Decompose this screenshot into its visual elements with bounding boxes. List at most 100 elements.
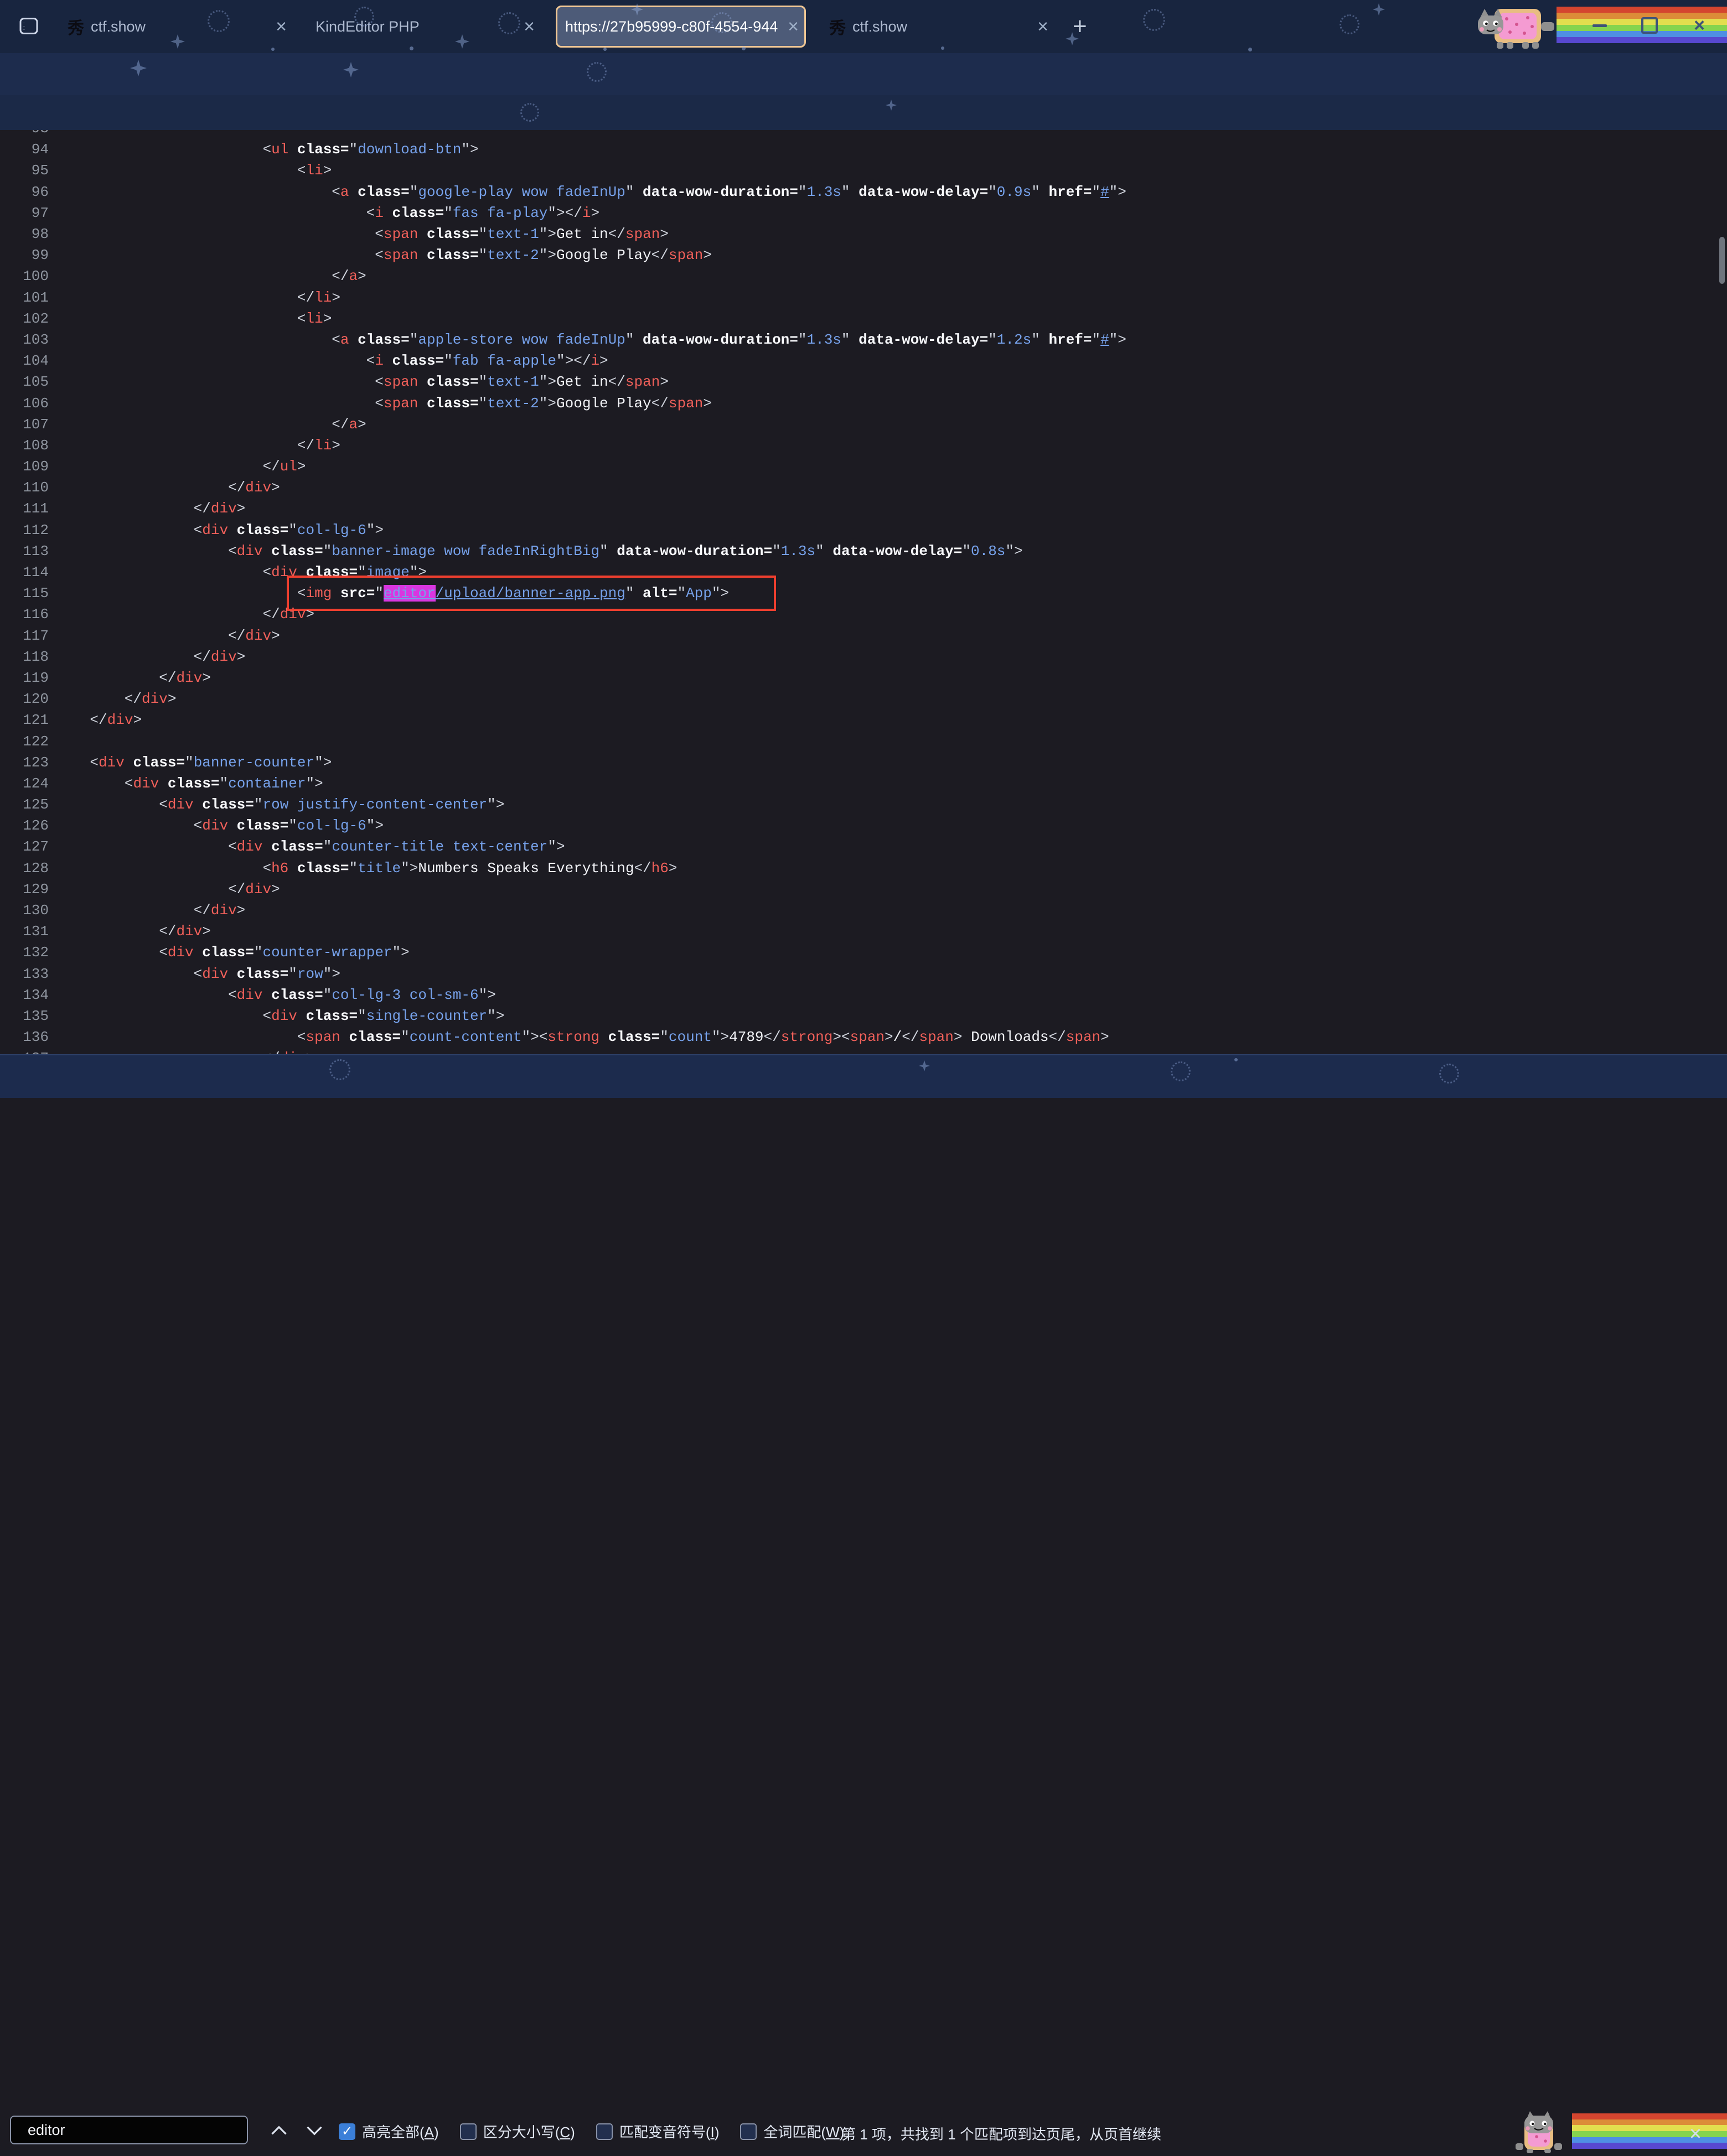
source-line: 129 </div> [0,879,1727,900]
restore-icon[interactable] [1637,13,1662,38]
vertical-scrollbar[interactable] [1719,237,1725,284]
find-wrap-status: 到达页尾，从页首继续 [1017,2123,1161,2144]
tab-close-icon[interactable]: × [788,16,799,38]
new-tab-button[interactable]: + [1073,13,1087,40]
source-line: 128 <h6 class="title">Numbers Speaks Eve… [0,858,1727,879]
find-option-label: 匹配变音符号(I) [619,2121,720,2142]
find-option[interactable]: 全词匹配(W) [740,2121,844,2142]
line-number: 120 [0,691,49,707]
close-window-icon[interactable]: × [1687,13,1712,38]
tab-close-icon[interactable]: × [524,16,535,38]
checkbox-icon[interactable] [740,2123,757,2140]
line-number: 130 [0,902,49,919]
line-code: </li> [55,289,340,306]
line-code: <span class="text-2">Google Play</span> [55,247,712,263]
find-options: ✓ 高亮全部(A) 区分大小写(C) 匹配变音符号(I) 全词匹配(W) [339,2110,865,2153]
source-line: 105 <span class="text-1">Get in</span> [0,371,1727,392]
find-previous-icon[interactable] [265,2119,293,2142]
navigation-toolbar: ← → view-source:https://27b95999-c80f-45… [0,53,1727,95]
find-input[interactable] [10,2116,248,2144]
line-code: <span class="count-content"><strong clas… [55,1029,1109,1045]
sparkle-decoration [603,48,607,51]
source-line: 137 </div> [0,1048,1727,1054]
find-close-icon[interactable]: × [1683,2121,1708,2147]
find-option[interactable]: ✓ 高亮全部(A) [339,2121,439,2142]
tab[interactable]: 秀ctf.show× [821,6,1054,48]
line-number: 102 [0,310,49,327]
line-number: 114 [0,564,49,581]
source-line: 131 </div> [0,921,1727,942]
line-number: 127 [0,838,49,855]
vertical-tabs-icon[interactable] [19,15,39,39]
tab-active[interactable]: https://27b95999-c80f-4554-944× [556,6,806,48]
line-number: 134 [0,987,49,1003]
line-code: </ul> [55,458,306,475]
line-number: 108 [0,437,49,454]
bookmarks-bar: 呆羊Zz - 博客园学习资料nb的工具学习平台CyberChef快速开始 - H… [0,95,1727,130]
line-code: <div class="counter-title text-center"> [55,838,565,855]
line-code: </div> [55,479,280,496]
source-line: 125 <div class="row justify-content-cent… [0,794,1727,815]
source-line: 104 <i class="fab fa-apple"></i> [0,350,1727,371]
line-code: <i class="fas fa-play"></i> [55,205,599,221]
tab-title: ctf.show [91,18,270,35]
tab-close-icon[interactable]: × [276,16,287,38]
line-code: </div> [55,500,245,517]
line-number: 132 [0,944,49,961]
source-line: 107 </a> [0,414,1727,435]
line-number: 126 [0,817,49,834]
sparkle-decoration [742,46,746,50]
checkbox-checked-icon[interactable]: ✓ [339,2123,355,2140]
source-line: 120 </div> [0,688,1727,709]
line-code: <ul class="download-btn"> [55,141,479,158]
find-option-label: 全词匹配(W) [763,2121,844,2142]
source-line: 103 <a class="apple-store wow fadeInUp" … [0,329,1727,350]
line-number: 129 [0,881,49,898]
source-line: 134 <div class="col-lg-3 col-sm-6"> [0,984,1727,1006]
source-line: 123 <div class="banner-counter"> [0,752,1727,773]
find-option[interactable]: 匹配变音符号(I) [596,2121,720,2142]
sparkle-decoration [587,62,607,82]
line-number: 111 [0,500,49,517]
line-number: 109 [0,458,49,475]
line-number: 128 [0,860,49,877]
source-line: 124 <div class="container"> [0,773,1727,794]
line-number: 123 [0,754,49,771]
line-number: 103 [0,331,49,348]
source-line: 116 </div> [0,604,1727,625]
source-line: 110 </div> [0,477,1727,498]
minimize-icon[interactable] [1588,13,1612,38]
source-line: 112 <div class="col-lg-6"> [0,520,1727,541]
source-line: 106 <span class="text-2">Google Play</sp… [0,392,1727,413]
line-number: 95 [0,162,49,179]
checkbox-icon[interactable] [596,2123,613,2140]
line-code: <h6 class="title">Numbers Speaks Everyth… [55,860,678,877]
line-code: <span class="text-1">Get in</span> [55,226,669,242]
line-number: 136 [0,1029,49,1045]
find-next-icon[interactable] [300,2119,329,2142]
line-number: 118 [0,649,49,665]
line-code: </div> [55,881,280,898]
sparkle-decoration [1340,14,1359,34]
sparkle-decoration [520,103,539,122]
sparkle-decoration [410,46,413,50]
find-option-label: 高亮全部(A) [362,2121,439,2142]
source-line: 111 </div> [0,498,1727,519]
line-number: 99 [0,247,49,263]
source-line: 114 <div class="image"> [0,562,1727,583]
line-number: 100 [0,268,49,284]
source-line: 94 <ul class="download-btn"> [0,139,1727,160]
rainbow-stripe [1557,37,1727,43]
line-code: <li> [55,310,332,327]
source-line: 117 </div> [0,625,1727,646]
line-number: 107 [0,416,49,433]
line-code: <div class="col-lg-6"> [55,522,384,538]
line-number: 110 [0,479,49,496]
line-code: <div class="banner-image wow fadeInRight… [55,543,1023,559]
checkbox-icon[interactable] [460,2123,477,2140]
line-code: </div> [55,1050,314,1054]
sparkle-decoration [1143,9,1165,31]
find-option[interactable]: 区分大小写(C) [460,2121,575,2142]
source-line: 115 <img src="editor/upload/banner-app.p… [0,583,1727,604]
tab-close-icon[interactable]: × [1037,16,1048,38]
